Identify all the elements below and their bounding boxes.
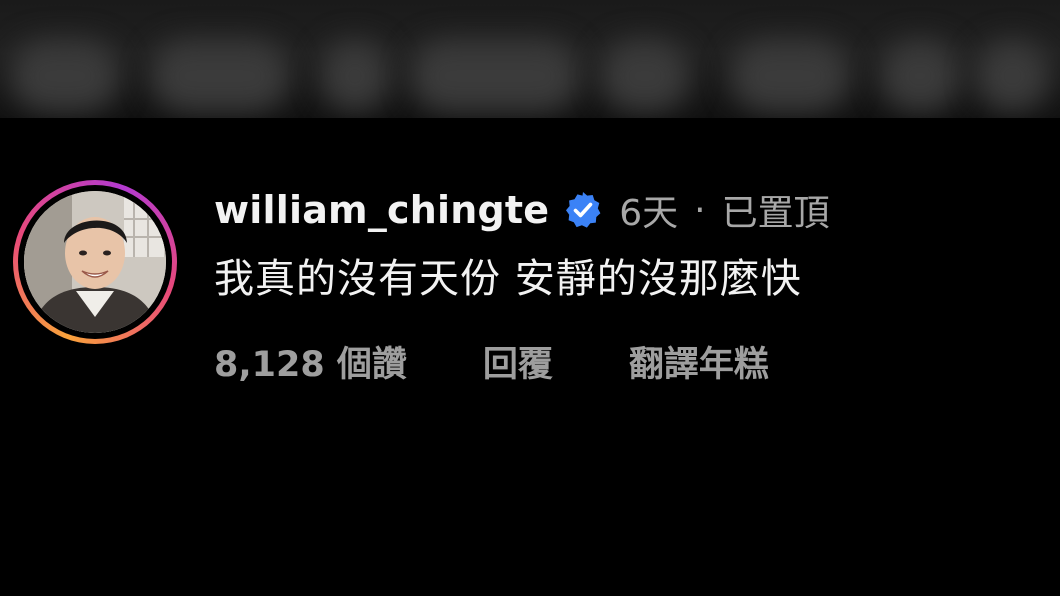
pinned-label: 已置頂	[721, 193, 830, 234]
comment-timestamp: 6天	[619, 193, 679, 234]
blurred-shape	[320, 40, 390, 112]
blurred-shape	[880, 40, 960, 112]
blurred-top-band	[0, 0, 1060, 118]
likes-count-button[interactable]: 8,128 個讚	[214, 336, 407, 387]
blurred-shape	[600, 40, 690, 112]
avatar-photo	[24, 191, 166, 333]
blurred-shape	[410, 40, 580, 112]
blurred-shape	[975, 40, 1050, 112]
avatar[interactable]	[13, 180, 177, 344]
translate-button[interactable]: 翻譯年糕	[629, 336, 769, 387]
comment: william_chingte 6天 · 已置頂 我真的沒有天份 安靜的沒那麼快…	[214, 188, 1044, 387]
blurred-shape	[730, 40, 850, 112]
meta-separator: ·	[694, 189, 706, 231]
blurred-shape	[10, 40, 120, 112]
blurred-shape	[150, 40, 290, 112]
reply-button[interactable]: 回覆	[483, 336, 553, 387]
comment-header: william_chingte 6天 · 已置頂	[214, 188, 1044, 234]
username-link[interactable]: william_chingte	[214, 188, 549, 232]
comment-actions: 8,128 個讚 回覆 翻譯年糕	[214, 336, 1044, 387]
comment-text: 我真的沒有天份 安靜的沒那麼快	[214, 256, 802, 302]
comment-panel: william_chingte 6天 · 已置頂 我真的沒有天份 安靜的沒那麼快…	[0, 118, 1060, 596]
verified-badge-icon	[563, 190, 603, 230]
